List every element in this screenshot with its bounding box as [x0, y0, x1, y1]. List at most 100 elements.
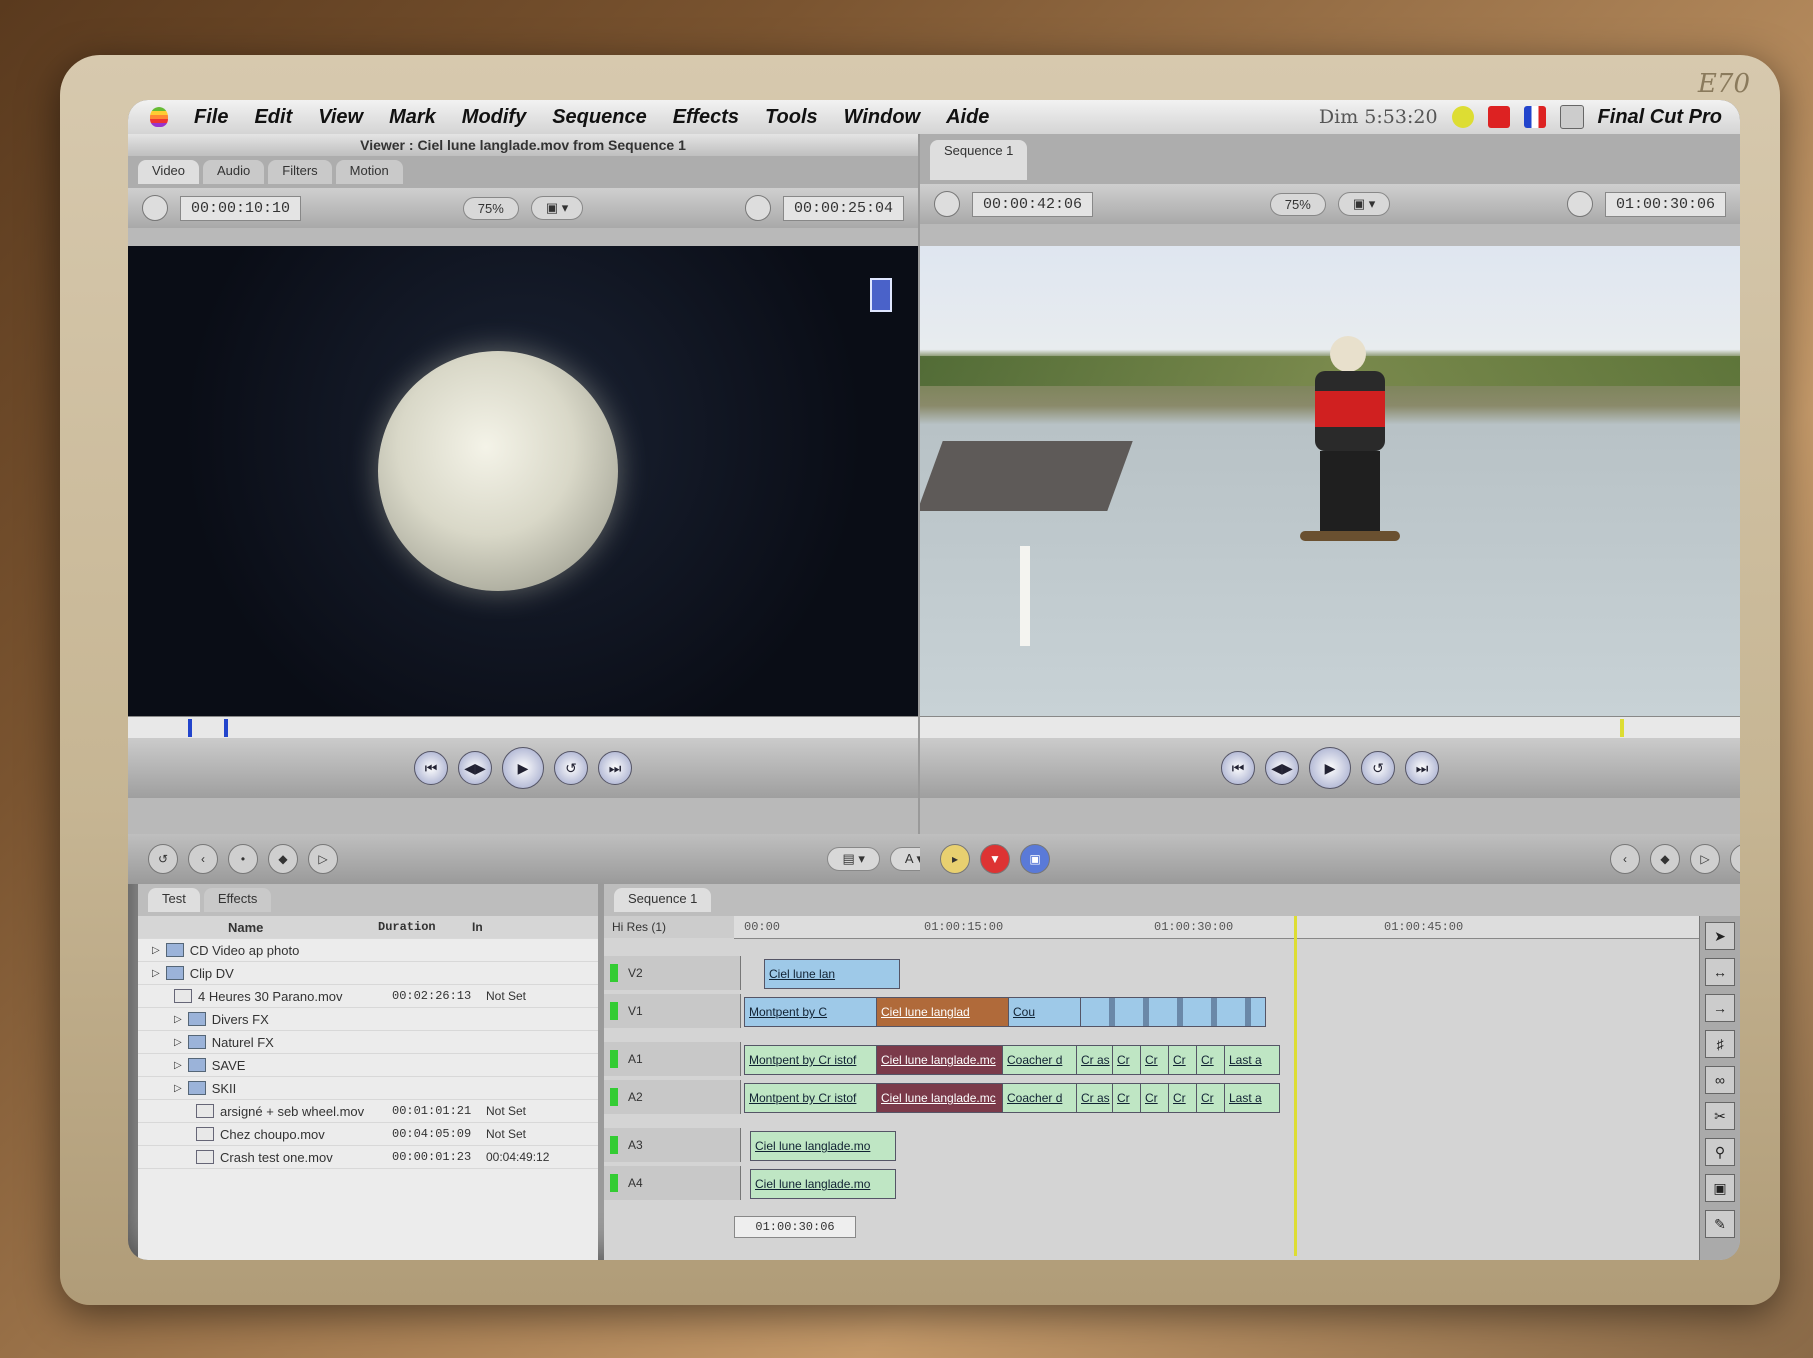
disclosure-triangle-icon[interactable]: ▷	[174, 1060, 182, 1071]
viewer-mark-in-icon[interactable]: ‹	[188, 844, 218, 874]
track-enable-icon[interactable]	[610, 964, 618, 982]
roll-tool-icon[interactable]: ♯	[1705, 1030, 1735, 1058]
menu-sequence[interactable]: Sequence	[552, 106, 646, 129]
browser-row[interactable]: Crash test one.mov 00:00:01:23 00:04:49:12	[138, 1146, 598, 1169]
track-enable-icon[interactable]	[610, 1050, 618, 1068]
radiation-icon[interactable]	[1451, 106, 1474, 128]
tab-filters[interactable]: Filters	[268, 160, 332, 184]
selection-tool-icon[interactable]: ➤	[1705, 922, 1735, 950]
tab-sequence-1[interactable]: Sequence 1	[930, 140, 1028, 180]
menu-window[interactable]: Window	[844, 106, 920, 129]
disclosure-triangle-icon[interactable]: ▷	[174, 1083, 182, 1094]
edit-select-tool-icon[interactable]: ↔	[1705, 958, 1735, 986]
crop-tool-icon[interactable]: ▣	[1705, 1174, 1735, 1202]
clip-a1-0[interactable]: Montpent by Cr istof	[744, 1045, 880, 1075]
clip-v2[interactable]: Ciel lune lan	[764, 959, 900, 989]
canvas-prev-edit-button[interactable]: ⏮	[1221, 751, 1255, 785]
canvas-scrubber[interactable]	[920, 716, 1740, 739]
track-enable-icon[interactable]	[610, 1088, 618, 1106]
browser-row[interactable]: ▷ CD Video ap photo	[138, 939, 598, 962]
play-around-button[interactable]: ↺	[554, 751, 588, 785]
zoom-tool-icon[interactable]: ⚲	[1705, 1138, 1735, 1166]
column-in[interactable]: In	[472, 920, 562, 934]
tab-audio[interactable]: Audio	[203, 160, 265, 184]
tab-timeline-sequence-1[interactable]: Sequence 1	[614, 888, 712, 912]
play-in-to-out-button[interactable]: ◀▶	[458, 751, 492, 785]
canvas-add-marker-icon[interactable]: ◆	[1650, 844, 1680, 874]
clip-a1-2[interactable]: Coacher d	[1002, 1045, 1080, 1075]
column-duration[interactable]: Duration	[378, 920, 472, 934]
slip-tool-icon[interactable]: ∞	[1705, 1066, 1735, 1094]
browser-row[interactable]: ▷ SAVE	[138, 1054, 598, 1077]
canvas-zoom-popup[interactable]: 75%	[1269, 192, 1326, 216]
clip-v1-2[interactable]: Cou	[1008, 997, 1084, 1027]
clip-a2-3[interactable]: Cr as	[1076, 1083, 1116, 1113]
tab-effects[interactable]: Effects	[203, 888, 272, 912]
overwrite-edit-button[interactable]: ▼	[980, 844, 1010, 874]
clip-a4[interactable]: Ciel lune langlade.mo	[750, 1169, 896, 1199]
clip-a2-2[interactable]: Coacher d	[1002, 1083, 1080, 1113]
menu-tools[interactable]: Tools	[765, 106, 818, 129]
go-to-next-edit-button[interactable]: ⏭	[598, 751, 632, 785]
insert-edit-button[interactable]: ▸	[940, 844, 970, 874]
canvas-play-around-button[interactable]: ↺	[1361, 751, 1395, 785]
canvas-play-in-to-out-button[interactable]: ◀▶	[1265, 751, 1299, 785]
replace-edit-button[interactable]: ▣	[1020, 844, 1050, 874]
clip-a1-3[interactable]: Cr as	[1076, 1045, 1116, 1075]
track-enable-icon[interactable]	[610, 1002, 618, 1020]
browser-row[interactable]: ▷ Naturel FX	[138, 1031, 598, 1054]
menu-effects[interactable]: Effects	[673, 106, 739, 129]
viewer-scrubber[interactable]	[128, 716, 918, 739]
menu-modify[interactable]: Modify	[462, 106, 526, 129]
viewer-duration-timecode[interactable]: 00:00:10:10	[180, 195, 302, 221]
apple-menu-icon[interactable]	[150, 107, 168, 127]
browser-row[interactable]: ▷ Clip DV	[138, 962, 598, 985]
menu-edit[interactable]: Edit	[254, 106, 292, 129]
clip-a3[interactable]: Ciel lune langlade.mo	[750, 1131, 896, 1161]
menu-clock[interactable]: Dim 5:53:20	[1319, 106, 1438, 128]
play-button[interactable]: ▶	[502, 747, 544, 789]
canvas-next-edit-button[interactable]: ⏭	[1405, 751, 1439, 785]
menu-file[interactable]: File	[194, 106, 228, 129]
canvas-shuttle-right-icon[interactable]: ↻	[1730, 844, 1740, 874]
menu-view[interactable]: View	[318, 106, 363, 129]
track-enable-icon[interactable]	[610, 1174, 618, 1192]
viewer-zoom-popup[interactable]: 75%	[462, 196, 519, 220]
column-name[interactable]: Name	[138, 920, 378, 935]
canvas-match-frame-icon[interactable]: ▷	[1690, 844, 1720, 874]
track-enable-icon[interactable]	[610, 1136, 618, 1154]
browser-row[interactable]: Chez choupo.mov 00:04:05:09 Not Set	[138, 1123, 598, 1146]
tab-test[interactable]: Test	[148, 888, 200, 912]
resolution-popup[interactable]: Hi Res (1)	[604, 916, 742, 938]
razor-tool-icon[interactable]: ✂	[1705, 1102, 1735, 1130]
track-select-tool-icon[interactable]: →	[1705, 994, 1735, 1022]
timeline-ruler[interactable]: 00:00 01:00:15:00 01:00:30:00 01:00:45:0…	[734, 916, 1700, 1256]
canvas-view-popup[interactable]: ▣ ▾	[1337, 192, 1391, 216]
acrobat-icon[interactable]	[1487, 106, 1510, 128]
viewer-match-frame-icon[interactable]: ▷	[308, 844, 338, 874]
french-flag-icon[interactable]	[1523, 106, 1546, 128]
clip-a2-1[interactable]: Ciel lune langlade.mc	[876, 1083, 1006, 1113]
app-name[interactable]: Final Cut Pro	[1598, 106, 1722, 129]
viewer-shuttle-left-icon[interactable]: ↺	[148, 844, 178, 874]
viewer-add-marker-icon[interactable]: ◆	[268, 844, 298, 874]
clip-a1-1[interactable]: Ciel lune langlade.mc	[876, 1045, 1006, 1075]
disclosure-triangle-icon[interactable]: ▷	[174, 1014, 182, 1025]
menu-aide[interactable]: Aide	[946, 106, 989, 129]
viewer-title[interactable]: Viewer : Ciel lune langlade.mov from Seq…	[128, 134, 918, 156]
timeline-current-timecode[interactable]: 01:00:30:06	[734, 1216, 856, 1238]
canvas-mark-in-icon[interactable]: ‹	[1610, 844, 1640, 874]
canvas-current-timecode[interactable]: 01:00:30:06	[1604, 191, 1727, 217]
browser-row[interactable]: ▷ SKII	[138, 1077, 598, 1100]
tab-video[interactable]: Video	[138, 160, 200, 184]
tab-motion[interactable]: Motion	[335, 160, 403, 184]
canvas-video[interactable]	[920, 246, 1740, 716]
browser-row[interactable]: ▷ Divers FX	[138, 1008, 598, 1031]
disclosure-triangle-icon[interactable]: ▷	[152, 945, 160, 956]
app-menu-icon[interactable]	[1559, 105, 1584, 129]
browser-row[interactable]: 4 Heures 30 Parano.mov 00:02:26:13 Not Set	[138, 985, 598, 1008]
clip-a1-8[interactable]: Last a	[1224, 1045, 1280, 1075]
clip-v1-1[interactable]: Ciel lune langlad	[876, 997, 1012, 1027]
canvas-duration-timecode[interactable]: 00:00:42:06	[972, 191, 1094, 217]
pen-tool-icon[interactable]: ✎	[1705, 1210, 1735, 1238]
